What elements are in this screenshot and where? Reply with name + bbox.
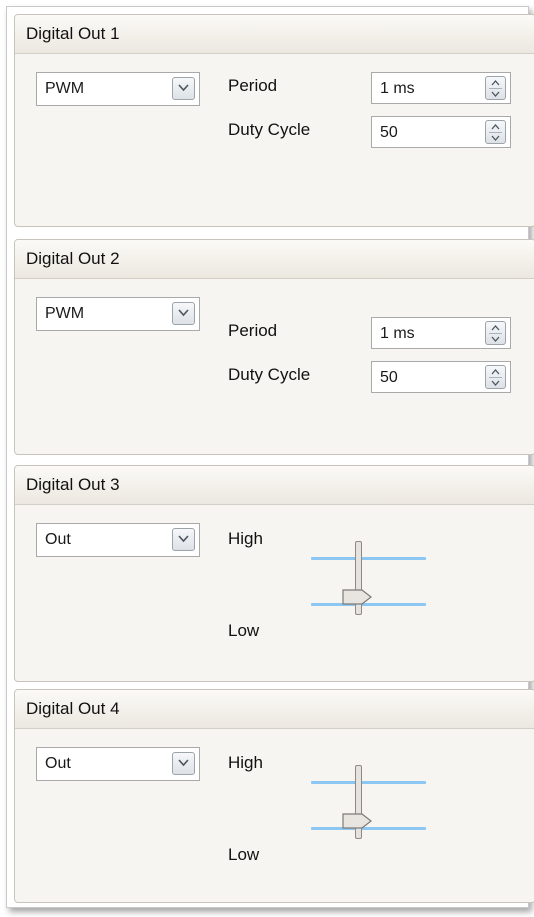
digital-outputs-window: Digital Out 1 PWM Period 1 ms Duty Cycle… (6, 6, 534, 908)
panel-title: Digital Out 2 (15, 240, 534, 279)
mode-value: Out (45, 755, 71, 772)
level-slider[interactable] (311, 525, 431, 621)
high-label: High (228, 753, 263, 772)
mode-dropdown[interactable]: Out (36, 747, 200, 781)
chevron-down-icon[interactable] (172, 302, 195, 325)
panel-digital-out-1: Digital Out 1 PWM Period 1 ms Duty Cycle… (14, 14, 534, 227)
level-slider[interactable] (311, 749, 431, 845)
period-value: 1 ms (380, 80, 415, 97)
duty-cycle-label: Duty Cycle (228, 365, 311, 384)
panel-digital-out-4: Digital Out 4 Out High Low (14, 689, 534, 903)
duty-cycle-input[interactable]: 50 (371, 361, 511, 393)
period-label: Period (228, 76, 278, 95)
mode-value: Out (45, 531, 71, 548)
low-label: Low (228, 621, 260, 640)
spin-up-down-icon[interactable] (485, 365, 506, 389)
panel-digital-out-2: Digital Out 2 PWM Period 1 ms Duty Cycle… (14, 239, 534, 455)
spin-up-down-icon[interactable] (485, 120, 506, 144)
low-label: Low (228, 845, 260, 864)
chevron-down-icon[interactable] (172, 528, 195, 551)
slider-thumb-icon[interactable] (342, 813, 372, 829)
duty-cycle-value: 50 (380, 124, 398, 141)
period-value: 1 ms (380, 325, 415, 342)
mode-dropdown[interactable]: PWM (36, 297, 200, 331)
mode-value: PWM (45, 80, 85, 97)
spin-up-down-icon[interactable] (485, 321, 506, 345)
duty-cycle-value: 50 (380, 369, 398, 386)
panel-title: Digital Out 1 (15, 15, 534, 54)
panel-digital-out-3: Digital Out 3 Out High Low (14, 465, 534, 682)
spin-up-down-icon[interactable] (485, 76, 506, 100)
slider-thumb-icon[interactable] (342, 589, 372, 605)
high-track (311, 557, 426, 560)
duty-cycle-label: Duty Cycle (228, 120, 311, 139)
panel-title: Digital Out 3 (15, 466, 534, 505)
mode-dropdown[interactable]: Out (36, 523, 200, 557)
mode-dropdown[interactable]: PWM (36, 72, 200, 106)
chevron-down-icon[interactable] (172, 77, 195, 100)
high-label: High (228, 529, 263, 548)
period-input[interactable]: 1 ms (371, 72, 511, 104)
high-track (311, 781, 426, 784)
mode-value: PWM (45, 305, 85, 322)
period-input[interactable]: 1 ms (371, 317, 511, 349)
period-label: Period (228, 321, 278, 340)
chevron-down-icon[interactable] (172, 752, 195, 775)
panel-title: Digital Out 4 (15, 690, 534, 729)
duty-cycle-input[interactable]: 50 (371, 116, 511, 148)
